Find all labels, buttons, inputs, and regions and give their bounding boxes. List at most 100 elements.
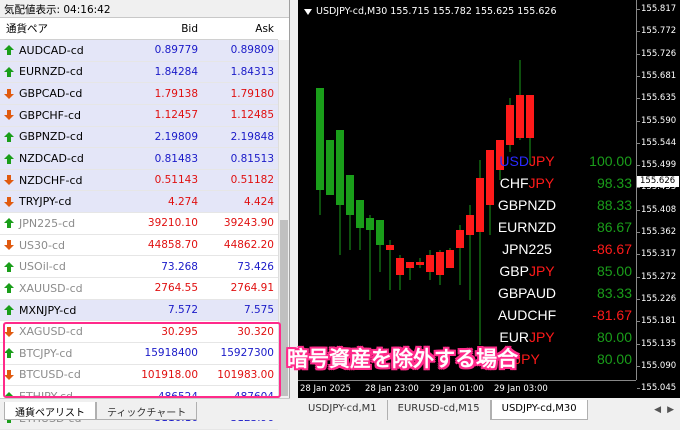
symbol-row[interactable]: GBPNZD-cd 2.19809 2.19848 bbox=[0, 126, 278, 149]
y-tick-label: 155.817 bbox=[641, 4, 677, 14]
y-tick-mark bbox=[637, 321, 640, 323]
column-header-ask[interactable]: Ask bbox=[198, 23, 274, 35]
candle-body bbox=[506, 105, 514, 145]
chart-title-text: USDJPY-cd,M30 155.715 155.782 155.625 15… bbox=[316, 6, 557, 17]
arrow-up-icon bbox=[4, 305, 14, 315]
arrow-up-icon bbox=[4, 66, 14, 77]
strength-row: GBPAUD 83.33 bbox=[488, 282, 632, 304]
tab-next-icon[interactable]: ▶ bbox=[667, 405, 674, 415]
candle-body bbox=[326, 140, 334, 195]
symbol-row[interactable]: JPN225-cd 39210.10 39243.90 bbox=[0, 213, 278, 235]
symbol-row[interactable]: EURNZD-cd 1.84284 1.84313 bbox=[0, 61, 278, 84]
symbol-row[interactable]: XAGUSD-cd 30.295 30.320 bbox=[0, 321, 278, 343]
arrow-down-icon bbox=[4, 240, 14, 251]
y-tick-label: 155.635 bbox=[641, 93, 677, 104]
arrow-down-icon bbox=[4, 326, 14, 337]
tab-chart-usdjpy-m1[interactable]: USDJPY-cd,M1 bbox=[298, 400, 388, 420]
symbol-name: XAUUSD-cd bbox=[19, 281, 83, 295]
tab-symbol-list[interactable]: 通貨ペアリスト bbox=[4, 402, 96, 420]
symbol-row[interactable]: BTCJPY-cd 15918400 15927300 bbox=[0, 343, 278, 365]
bid-price: 73.268 bbox=[161, 260, 198, 273]
symbol-name: US30-cd bbox=[19, 238, 66, 252]
symbol-cell: EURNZD-cd bbox=[0, 62, 120, 83]
strength-symbol: JPN225 bbox=[488, 241, 566, 257]
symbol-row[interactable]: NZDCHF-cd 0.51143 0.51182 bbox=[0, 169, 278, 192]
y-tick-label: 155.362 bbox=[641, 227, 677, 237]
y-tick-label: 155.045 bbox=[641, 383, 677, 394]
symbol-row[interactable]: TRYJPY-cd 4.274 4.424 bbox=[0, 191, 278, 214]
symbol-name: AUDCAD-cd bbox=[19, 43, 84, 57]
ask-price: 44862.20 bbox=[223, 239, 274, 252]
chart-menu-icon[interactable] bbox=[304, 8, 312, 15]
tab-chart-eurusd-m15[interactable]: EURUSD-cd,M15 bbox=[388, 400, 491, 420]
symbol-name: GBPCHF-cd bbox=[19, 108, 81, 122]
ask-price: 0.89809 bbox=[230, 44, 274, 57]
candle-body bbox=[446, 250, 454, 268]
candle-body bbox=[516, 95, 524, 138]
strength-symbol: AUDCHF bbox=[488, 307, 566, 323]
candle-body bbox=[436, 252, 444, 275]
symbol-row[interactable]: USOil-cd 73.268 73.426 bbox=[0, 256, 278, 279]
ask-price: 73.426 bbox=[237, 260, 274, 273]
ask-price: 1.12485 bbox=[230, 109, 274, 122]
arrow-up-icon bbox=[4, 131, 14, 142]
symbol-row[interactable]: AUDCAD-cd 0.89779 0.89809 bbox=[0, 40, 278, 62]
arrow-down-icon bbox=[4, 175, 14, 186]
candle-body bbox=[476, 178, 484, 232]
candle-body bbox=[346, 175, 354, 215]
strength-symbol-quote: JPY bbox=[528, 175, 555, 191]
strength-row: CHFJPY 98.33 bbox=[488, 172, 632, 194]
candle-body bbox=[336, 130, 344, 205]
chart-window[interactable]: USDJPY-cd,M30 155.715 155.782 155.625 15… bbox=[298, 0, 680, 398]
tab-prev-icon[interactable]: ◀ bbox=[654, 405, 661, 415]
column-header-bid[interactable]: Bid bbox=[120, 23, 198, 35]
symbol-row[interactable]: XAUUSD-cd 2764.55 2764.91 bbox=[0, 278, 278, 300]
bid-price: 101918.00 bbox=[141, 368, 198, 381]
symbol-cell: TRYJPY-cd bbox=[0, 191, 120, 212]
y-tick-mark bbox=[637, 365, 640, 367]
symbol-row[interactable]: NZDCAD-cd 0.81483 0.81513 bbox=[0, 148, 278, 170]
column-header-symbol[interactable]: 通貨ペア bbox=[0, 21, 120, 36]
symbol-name: MXNJPY-cd bbox=[19, 303, 77, 317]
strength-value: 80.00 bbox=[596, 351, 632, 367]
symbol-name: GBPNZD-cd bbox=[19, 130, 83, 144]
strength-symbol-base: GBPAUD bbox=[497, 285, 557, 301]
arrow-down-icon bbox=[4, 196, 14, 207]
strength-symbol: EURNZD bbox=[488, 219, 566, 235]
symbol-row[interactable]: GBPCHF-cd 1.12457 1.12485 bbox=[0, 104, 278, 127]
bid-price: 44858.70 bbox=[147, 239, 198, 252]
symbol-name: TRYJPY-cd bbox=[19, 195, 72, 209]
tab-tick-chart[interactable]: ティックチャート bbox=[96, 402, 198, 420]
chart-title: USDJPY-cd,M30 155.715 155.782 155.625 15… bbox=[304, 6, 557, 17]
y-tick-label: 155.408 bbox=[641, 204, 677, 215]
symbol-row[interactable]: MXNJPY-cd 7.572 7.575 bbox=[0, 299, 278, 322]
candle-body bbox=[316, 88, 324, 190]
bid-price: 0.81483 bbox=[154, 152, 198, 165]
candle-body bbox=[406, 262, 414, 268]
bid-price: 0.51143 bbox=[154, 174, 198, 187]
y-tick-mark bbox=[637, 232, 640, 233]
strength-value: 100.00 bbox=[589, 153, 632, 169]
bid-price: 1.84284 bbox=[154, 65, 198, 78]
candle-body bbox=[456, 230, 464, 248]
ask-price: 101983.00 bbox=[217, 368, 274, 381]
symbol-row[interactable]: US30-cd 44858.70 44862.20 bbox=[0, 235, 278, 257]
symbol-cell: JPN225-cd bbox=[0, 213, 120, 234]
tab-chart-usdjpy-m30[interactable]: USDJPY-cd,M30 bbox=[490, 400, 588, 420]
symbol-row[interactable]: GBPCAD-cd 1.79138 1.79180 bbox=[0, 83, 278, 105]
symbol-row[interactable]: BTCUSD-cd 101918.00 101983.00 bbox=[0, 365, 278, 387]
strength-row: EURNZD 86.67 bbox=[488, 216, 632, 238]
y-tick-label: 155.272 bbox=[641, 271, 677, 282]
bid-price: 1.12457 bbox=[154, 109, 198, 122]
y-tick-label: 155.226 bbox=[641, 293, 677, 304]
symbol-cell: XAGUSD-cd bbox=[0, 321, 120, 342]
tab-navigation: ◀ ▶ bbox=[654, 400, 680, 420]
symbol-cell: BTCUSD-cd bbox=[0, 365, 120, 386]
candle-body bbox=[366, 218, 374, 230]
x-tick-label: 29 Jan 01:00 bbox=[430, 384, 484, 394]
symbol-cell: MXNJPY-cd bbox=[0, 300, 120, 321]
bid-price: 15918400 bbox=[144, 347, 198, 360]
strength-symbol: USDJPY bbox=[488, 153, 566, 169]
ask-price: 7.575 bbox=[243, 304, 274, 316]
currency-strength-table: USDJPY 100.00 CHFJPY 98.33 GBPNZD 88.33 EURNZD… bbox=[488, 150, 632, 370]
